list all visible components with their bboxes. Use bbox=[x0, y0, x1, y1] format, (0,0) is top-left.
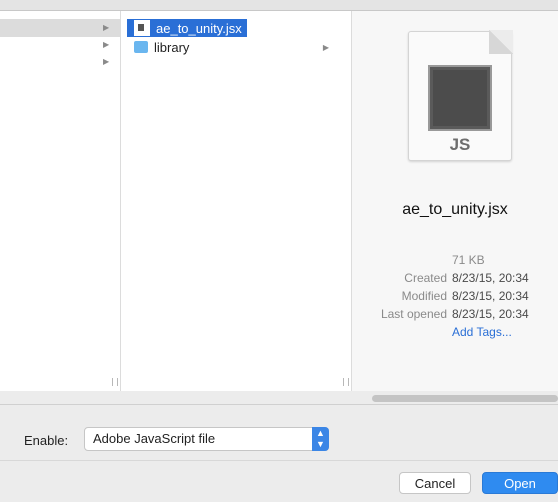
disclosure-arrow-icon[interactable]: ▶ bbox=[103, 41, 109, 49]
javascript-file-icon: JS bbox=[408, 30, 513, 161]
dialog-top-edge bbox=[0, 0, 558, 11]
created-value: 8/23/15, 20:34 bbox=[452, 271, 529, 285]
folder-icon bbox=[134, 41, 148, 53]
disclosure-arrow-icon[interactable]: ▶ bbox=[103, 24, 109, 32]
open-button[interactable]: Open bbox=[482, 472, 558, 494]
horizontal-scrollbar[interactable] bbox=[372, 395, 558, 402]
browser-column-2[interactable]: ae_to_unity.jsx library ▶ bbox=[121, 11, 352, 391]
document-icon bbox=[134, 20, 150, 36]
file-label: ae_to_unity.jsx bbox=[156, 20, 242, 36]
preview-pane: JS ae_to_unity.jsx Created Modified Last… bbox=[352, 11, 558, 391]
cancel-button[interactable]: Cancel bbox=[399, 472, 471, 494]
enable-file-type-select[interactable]: Adobe JavaScript file ▲ ▼ bbox=[84, 427, 329, 451]
modified-value: 8/23/15, 20:34 bbox=[452, 289, 529, 303]
last-opened-label: Last opened bbox=[380, 307, 447, 321]
dialog-footer: Enable: Adobe JavaScript file ▲ ▼ Cancel … bbox=[0, 404, 558, 502]
browser-column-1[interactable]: ▶ ▶ ▶ bbox=[0, 11, 121, 391]
disclosure-arrow-icon[interactable]: ▶ bbox=[103, 58, 109, 66]
icon-label: JS bbox=[449, 135, 471, 154]
folder-item-library[interactable]: library ▶ bbox=[127, 38, 345, 56]
folder-label: library bbox=[154, 39, 190, 55]
select-stepper-icon[interactable]: ▲ ▼ bbox=[312, 427, 329, 451]
last-opened-value: 8/23/15, 20:34 bbox=[452, 307, 529, 321]
disclosure-arrow-icon: ▶ bbox=[322, 42, 329, 52]
footer-divider bbox=[0, 460, 558, 461]
modified-label: Modified bbox=[401, 289, 447, 303]
column-browser: ▶ ▶ ▶ ae_to_unity.jsx library ▶ JS ae_to… bbox=[0, 11, 558, 391]
created-label: Created bbox=[404, 271, 447, 285]
file-size: 71 KB bbox=[452, 253, 485, 267]
column-resize-handle[interactable] bbox=[112, 378, 118, 386]
selected-folder-row[interactable] bbox=[0, 19, 120, 37]
preview-file-name: ae_to_unity.jsx bbox=[402, 201, 508, 218]
enable-label: Enable: bbox=[24, 433, 69, 448]
column-resize-handle[interactable] bbox=[343, 378, 349, 386]
file-item-ae-to-unity[interactable]: ae_to_unity.jsx bbox=[127, 19, 247, 37]
enable-select-value: Adobe JavaScript file bbox=[93, 431, 216, 446]
add-tags-link[interactable]: Add Tags... bbox=[452, 323, 512, 341]
